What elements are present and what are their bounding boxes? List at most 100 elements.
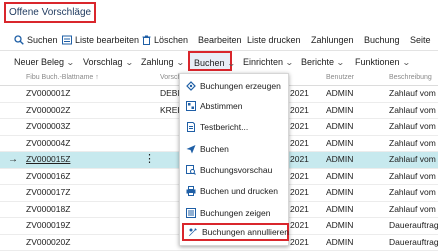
description-cell: Zahlauf vom bbox=[389, 136, 436, 151]
year-cell: 2021 bbox=[290, 103, 309, 118]
chevron-down-icon: ⌄ bbox=[285, 52, 294, 74]
column-header-description[interactable]: Beschreibung bbox=[389, 74, 432, 81]
reports-menu[interactable]: Berichte⌄ bbox=[301, 51, 344, 73]
year-cell: 2021 bbox=[290, 169, 309, 184]
setup-menu[interactable]: Einrichten⌄ bbox=[243, 51, 293, 73]
year-cell: 2021 bbox=[290, 152, 309, 167]
menu-item-label: Buchungsvorschau bbox=[200, 161, 272, 179]
reconcile-icon bbox=[186, 101, 196, 111]
journal-name-cell[interactable]: ZV000004Z bbox=[26, 136, 70, 151]
edit-label: Bearbeiten bbox=[198, 35, 242, 45]
description-cell: Dauerauftrag bbox=[389, 235, 438, 250]
command-toolbar: Suchen Liste bearbeiten Löschen Bearbeit… bbox=[0, 30, 438, 50]
row-actions-icon[interactable]: ⋮ bbox=[144, 152, 154, 167]
edit-list-label: Liste bearbeiten bbox=[75, 35, 139, 45]
journal-name-cell[interactable]: ZV000019Z bbox=[26, 218, 70, 233]
functions-menu[interactable]: Funktionen⌄ bbox=[355, 51, 409, 73]
user-cell: ADMIN bbox=[326, 152, 353, 167]
year-cell: 2021 bbox=[290, 136, 309, 151]
menu-item-label: Buchungen zeigen bbox=[200, 204, 270, 222]
menu-item-reconcile[interactable]: Abstimmen bbox=[180, 97, 290, 115]
delete-button[interactable]: Löschen bbox=[142, 30, 188, 50]
menu-item-show-postings[interactable]: Buchungen zeigen bbox=[180, 204, 290, 222]
menu-item-label: Buchungen erzeugen bbox=[200, 77, 281, 95]
edit-list-button[interactable]: Liste bearbeiten bbox=[62, 30, 139, 50]
post-menu-button[interactable]: Buchen⌄ bbox=[188, 51, 232, 71]
user-cell: ADMIN bbox=[326, 185, 353, 200]
journal-name-cell[interactable]: ZV000003Z bbox=[26, 119, 70, 134]
payments-label: Zahlungen bbox=[311, 35, 354, 45]
year-cell: 2021 bbox=[290, 86, 309, 101]
menu-item-create-postings[interactable]: Buchungen erzeugen bbox=[180, 77, 290, 95]
menu-item-cancel-postings[interactable]: Buchungen annullieren bbox=[182, 223, 289, 241]
page-label: Seite bbox=[410, 35, 431, 45]
print-list-button[interactable]: Liste drucken bbox=[247, 30, 301, 50]
menu-item-post-and-print[interactable]: Buchen und drucken bbox=[180, 182, 290, 200]
user-cell: ADMIN bbox=[326, 202, 353, 217]
search-button[interactable]: Suchen bbox=[14, 30, 58, 50]
print-list-label: Liste drucken bbox=[247, 35, 301, 45]
posting-preview-icon bbox=[186, 165, 196, 175]
user-cell: ADMIN bbox=[326, 119, 353, 134]
chevron-down-icon: ⌄ bbox=[402, 52, 411, 74]
page-title: Offene Vorschläge bbox=[4, 2, 96, 23]
chevron-down-icon: ⌄ bbox=[176, 52, 185, 74]
journal-name-cell[interactable]: ZV000015Z bbox=[26, 152, 70, 167]
description-cell: Zahlauf vom bbox=[389, 152, 436, 167]
menu-item-posting-preview[interactable]: Buchungsvorschau bbox=[180, 161, 290, 179]
year-cell: 2021 bbox=[290, 218, 309, 233]
description-cell: Zahlauf vom bbox=[389, 86, 436, 101]
column-header-user[interactable]: Benutzer bbox=[326, 74, 354, 81]
description-cell: Dauerauftrag bbox=[389, 218, 438, 233]
proposal-menu[interactable]: Vorschlag⌄ bbox=[83, 51, 132, 73]
posting-tab[interactable]: Buchung bbox=[364, 30, 400, 50]
year-cell: 2021 bbox=[290, 185, 309, 200]
edit-list-icon bbox=[62, 35, 72, 45]
description-cell: Zahlauf vom bbox=[389, 119, 436, 134]
user-cell: ADMIN bbox=[326, 103, 353, 118]
payment-menu[interactable]: Zahlung⌄ bbox=[141, 51, 183, 73]
user-cell: ADMIN bbox=[326, 86, 353, 101]
user-cell: ADMIN bbox=[326, 235, 353, 250]
journal-name-cell[interactable]: ZV000001Z bbox=[26, 86, 70, 101]
journal-name-cell[interactable]: ZV000016Z bbox=[26, 169, 70, 184]
menu-item-label: Buchungen annullieren bbox=[202, 223, 289, 241]
create-postings-icon bbox=[186, 81, 196, 91]
description-cell: Zahlauf vom bbox=[389, 185, 436, 200]
post-dropdown-menu: Buchungen erzeugen Abstimmen Testbericht… bbox=[179, 73, 289, 246]
description-cell: Zahlauf vom bbox=[389, 103, 436, 118]
year-cell: 2021 bbox=[290, 235, 309, 250]
journal-name-cell[interactable]: ZV000002Z bbox=[26, 103, 70, 118]
edit-button[interactable]: Bearbeiten bbox=[198, 30, 242, 50]
test-report-icon bbox=[186, 122, 196, 132]
menu-item-post[interactable]: Buchen bbox=[180, 140, 290, 158]
payments-tab[interactable]: Zahlungen bbox=[311, 30, 354, 50]
chevron-down-icon: ⌄ bbox=[336, 52, 345, 74]
journal-name-cell[interactable]: ZV000020Z bbox=[26, 235, 70, 250]
row-selected-arrow-icon: → bbox=[8, 152, 18, 167]
description-cell: Zahlauf vom bbox=[389, 202, 436, 217]
search-icon bbox=[14, 35, 24, 45]
journal-name-cell[interactable]: ZV000018Z bbox=[26, 202, 70, 217]
chevron-down-icon: ⌄ bbox=[227, 54, 236, 74]
cancel-postings-icon bbox=[188, 227, 198, 237]
new-entry-label: Neuer Beleg bbox=[14, 57, 64, 67]
menu-item-label: Buchen bbox=[200, 140, 229, 158]
new-entry-menu[interactable]: Neuer Beleg⌄ bbox=[14, 51, 74, 73]
journal-name-cell[interactable]: ZV000017Z bbox=[26, 185, 70, 200]
menu-item-test-report[interactable]: Testbericht... bbox=[180, 118, 290, 136]
chevron-down-icon: ⌄ bbox=[66, 52, 75, 74]
post-and-print-icon bbox=[186, 186, 196, 196]
delete-label: Löschen bbox=[154, 35, 188, 45]
trash-icon bbox=[142, 35, 151, 45]
column-header-journal-name[interactable]: Fibu Buch.-Blattname ↑ bbox=[26, 74, 99, 81]
user-cell: ADMIN bbox=[326, 218, 353, 233]
page-tab[interactable]: Seite bbox=[410, 30, 431, 50]
year-cell: 2021 bbox=[290, 119, 309, 134]
menu-item-label: Buchen und drucken bbox=[200, 182, 278, 200]
description-cell: Zahlauf vom bbox=[389, 169, 436, 184]
user-cell: ADMIN bbox=[326, 169, 353, 184]
posting-label: Buchung bbox=[364, 35, 400, 45]
menu-item-label: Abstimmen bbox=[200, 97, 243, 115]
year-cell: 2021 bbox=[290, 202, 309, 217]
